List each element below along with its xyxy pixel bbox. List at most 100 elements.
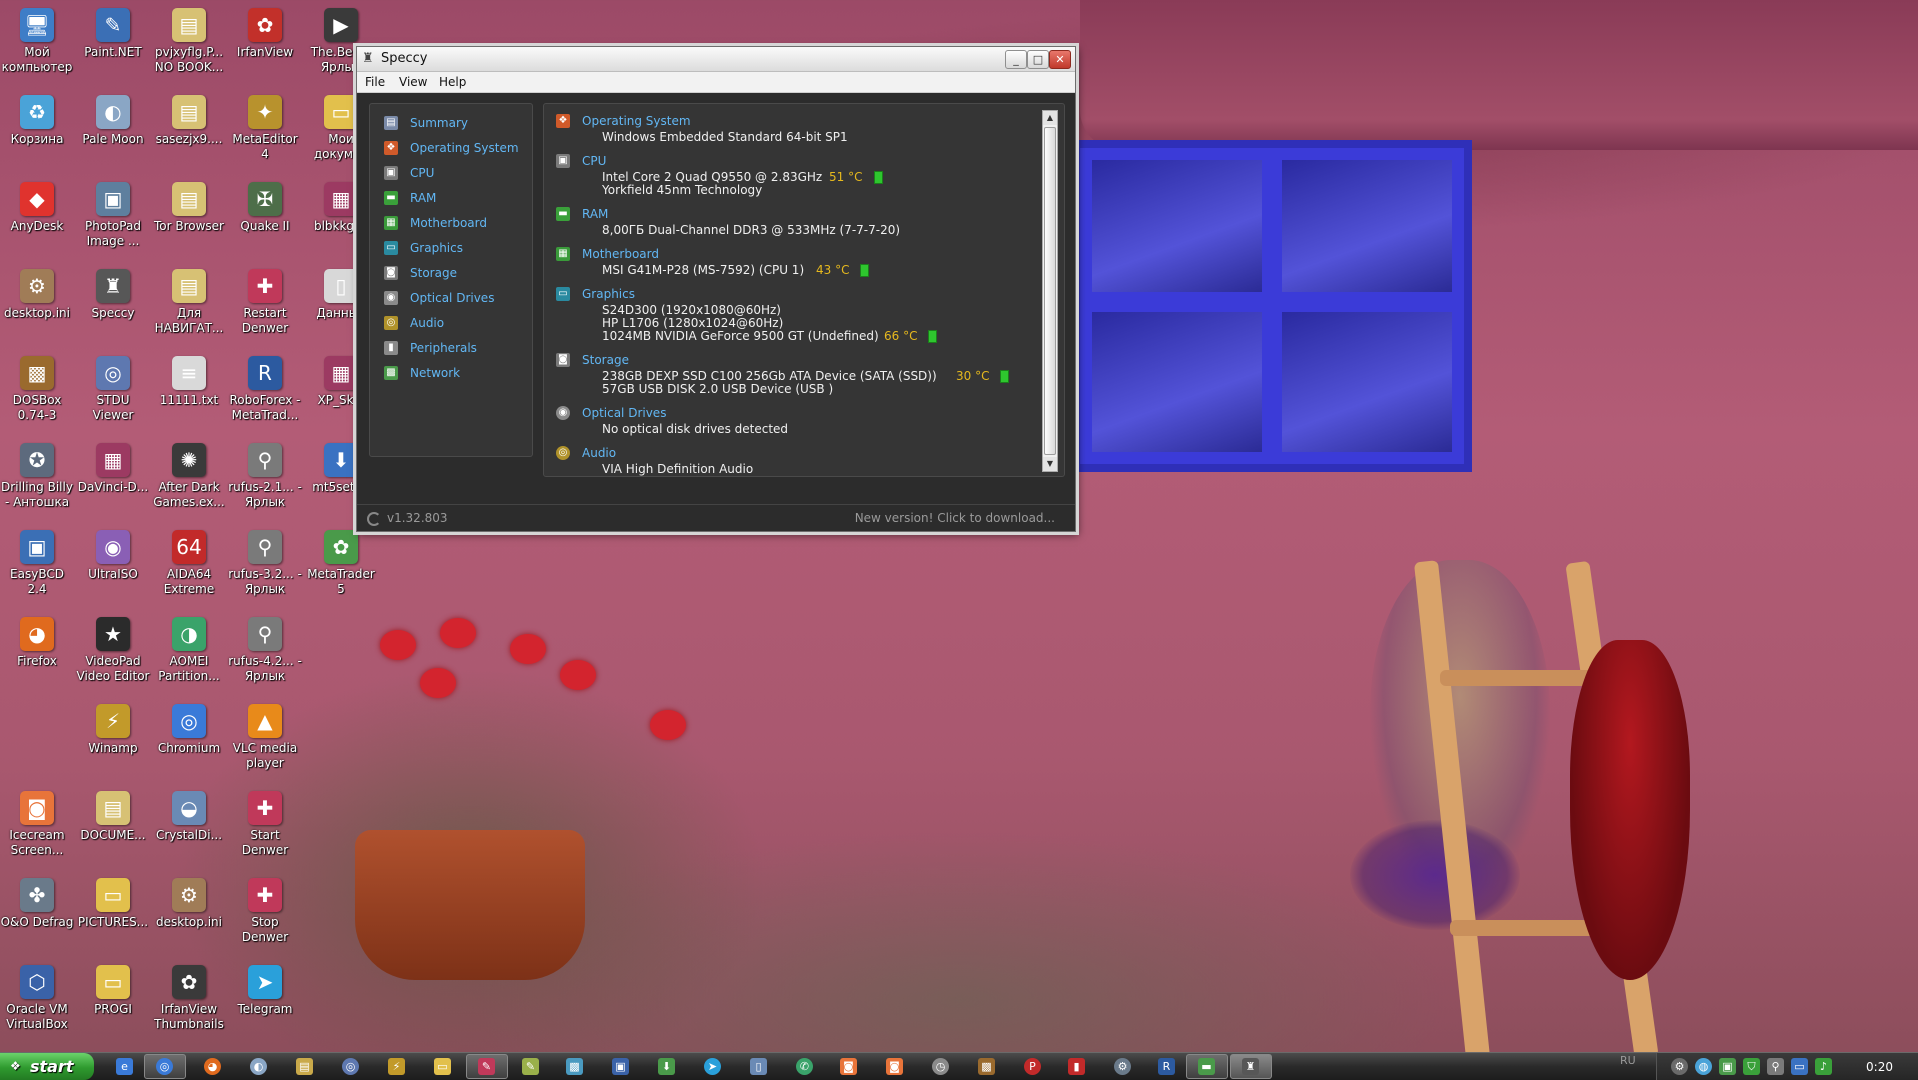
desktop-icon[interactable]: ✚ Stop Denwer — [228, 874, 302, 945]
taskbar-paint-button[interactable]: ✎ — [466, 1054, 508, 1079]
desktop-icon[interactable]: 🖥 Мой компьютер — [0, 4, 74, 75]
sidebar-item-summary[interactable]: ▤ Summary — [370, 112, 530, 134]
desktop-icon[interactable]: ≡ 11111.txt — [152, 352, 226, 408]
download-icon[interactable]: ⬇ — [658, 1058, 675, 1075]
sidebar-item-motherboard[interactable]: ▦ Motherboard — [370, 212, 530, 234]
desktop-icon[interactable]: ✚ Restart Denwer — [228, 265, 302, 336]
section-audio-title[interactable]: Audio — [582, 446, 616, 460]
speccy-window[interactable]: ♜ Speccy _ □ ✕ File View Help ▤ Summary ❖ O… — [356, 46, 1076, 532]
desktop-icon[interactable]: 64 AIDA64 Extreme — [152, 526, 226, 597]
desktop-icon[interactable]: ✦ MetaEditor 4 — [228, 91, 302, 162]
section-optical-title[interactable]: Optical Drives — [582, 406, 666, 420]
winamp-icon[interactable]: ⚡ — [388, 1058, 405, 1075]
sidebar-item-storage[interactable]: ◙ Storage — [370, 262, 530, 284]
taskbar-chromium-button[interactable]: ◎ — [144, 1054, 186, 1079]
desktop-icon[interactable]: ✤ O&O Defrag — [0, 874, 74, 930]
close-button[interactable]: ✕ — [1049, 50, 1071, 69]
desktop-icon[interactable]: ▩ DOSBox 0.74-3 — [0, 352, 74, 423]
new-version-link[interactable]: New version! Click to download... — [855, 511, 1055, 525]
save-icon[interactable]: ▣ — [612, 1058, 629, 1075]
firefox-icon[interactable]: ◕ — [204, 1058, 221, 1075]
tray-gear-icon[interactable]: ⚙ — [1671, 1058, 1688, 1075]
desktop-icon[interactable]: ✚ Start Denwer — [228, 787, 302, 858]
scroll-thumb[interactable] — [1044, 127, 1056, 455]
red-app-icon[interactable]: ▮ — [1068, 1058, 1085, 1075]
desktop-icon[interactable]: ✿ IrfanView — [228, 4, 302, 60]
desktop-icon[interactable]: ⚲ rufus-4.2... - Ярлык — [228, 613, 302, 684]
section-motherboard-title[interactable]: Motherboard — [582, 247, 659, 261]
menu-file[interactable]: File — [365, 75, 385, 89]
desktop-icon[interactable]: ⚡ Winamp — [76, 700, 150, 756]
tray-monitor-icon[interactable]: ▣ — [1719, 1058, 1736, 1075]
taskbar-metatrader-button[interactable]: ▬ — [1186, 1054, 1228, 1079]
archive-icon[interactable]: ▤ — [296, 1058, 313, 1075]
section-storage-title[interactable]: Storage — [582, 353, 629, 367]
section-graphics-title[interactable]: Graphics — [582, 287, 635, 301]
tray-volume-icon[interactable]: ♪ — [1815, 1058, 1832, 1075]
icecream-icon[interactable]: ◙ — [840, 1058, 857, 1075]
screen-recorder-icon[interactable]: ◙ — [886, 1058, 903, 1075]
whatsapp-icon[interactable]: ✆ — [796, 1058, 813, 1075]
telegram-icon[interactable]: ➤ — [704, 1058, 721, 1075]
roboforex-icon[interactable]: R — [1158, 1058, 1175, 1075]
desktop-icon[interactable]: ✠ Quake II — [228, 178, 302, 234]
desktop-icon[interactable]: ◒ CrystalDi... — [152, 787, 226, 843]
section-ram-title[interactable]: RAM — [582, 207, 608, 221]
sidebar-item-optical-drives[interactable]: ◉ Optical Drives — [370, 287, 530, 309]
settings-app-icon[interactable]: ⚙ — [1114, 1058, 1131, 1075]
p-app-icon[interactable]: P — [1024, 1058, 1041, 1075]
sidebar-item-network[interactable]: ▩ Network — [370, 362, 530, 384]
desktop-icon[interactable]: ✿ IrfanView Thumbnails — [152, 961, 226, 1032]
desktop-icon[interactable]: ▣ EasyBCD 2.4 — [0, 526, 74, 597]
notepad-icon[interactable]: ✎ — [522, 1058, 539, 1075]
desktop-icon[interactable]: ◕ Firefox — [0, 613, 74, 669]
sidebar-item-peripherals[interactable]: ▮ Peripherals — [370, 337, 530, 359]
desktop-icon[interactable]: ◙ Icecream Screen... — [0, 787, 74, 858]
desktop-icon[interactable]: ◉ UltraISO — [76, 526, 150, 582]
desktop-icon[interactable]: ◆ AnyDesk — [0, 178, 74, 234]
desktop-icon[interactable]: ⬡ Oracle VM VirtualBox — [0, 961, 74, 1032]
desktop-icon[interactable]: ▤ Tor Browser — [152, 178, 226, 234]
desktop-icon[interactable]: ⚲ rufus-3.2... - Ярлык — [228, 526, 302, 597]
desktop-icon[interactable]: ▭ PROGI — [76, 961, 150, 1017]
desktop-icon[interactable]: ◐ Pale Moon — [76, 91, 150, 147]
sidebar-item-audio[interactable]: ◎ Audio — [370, 312, 530, 334]
menu-view[interactable]: View — [399, 75, 427, 89]
desktop-icon[interactable]: ⚲ rufus-2.1... - Ярлык — [228, 439, 302, 510]
desktop-icon[interactable]: ✺ After Dark Games.ex... — [152, 439, 226, 510]
folder-icon[interactable]: ▭ — [434, 1058, 451, 1075]
taskbar-speccy-button[interactable]: ♜ — [1230, 1054, 1272, 1079]
title-bar[interactable]: ♜ Speccy _ □ ✕ — [357, 47, 1075, 72]
viewer-icon[interactable]: ◎ — [342, 1058, 359, 1075]
desktop-icon[interactable]: ▭ PICTURES... — [76, 874, 150, 930]
sidebar-item-operating-system[interactable]: ❖ Operating System — [370, 137, 530, 159]
desktop-icon[interactable]: ◑ AOMEI Partition... — [152, 613, 226, 684]
desktop-icon[interactable]: ▲ VLC media player — [228, 700, 302, 771]
maximize-button[interactable]: □ — [1027, 50, 1049, 69]
desktop-icon[interactable]: ➤ Telegram — [228, 961, 302, 1017]
sidebar-item-cpu[interactable]: ▣ CPU — [370, 162, 530, 184]
network-icon[interactable]: ▩ — [566, 1058, 583, 1075]
vertical-scrollbar[interactable]: ▲ ▼ — [1042, 110, 1058, 472]
tray-network-icon[interactable]: ◍ — [1695, 1058, 1712, 1075]
desktop-icon[interactable]: ▤ DOCUME... — [76, 787, 150, 843]
desktop-icon[interactable]: ✿ MetaTrader 5 — [304, 526, 378, 597]
ie-icon[interactable]: e — [116, 1058, 133, 1075]
desktop-icon[interactable]: ▤ pvjxyflg.P... NO BOOK... — [152, 4, 226, 75]
desktop-icon[interactable]: ⚙ desktop.ini — [0, 265, 74, 321]
section-os-title[interactable]: Operating System — [582, 114, 691, 128]
tray-shield-icon[interactable]: ⛉ — [1743, 1058, 1760, 1075]
desktop-icon[interactable]: ▤ Для НАВИГАТ... — [152, 265, 226, 336]
tray-display-icon[interactable]: ▭ — [1791, 1058, 1808, 1075]
sidebar-item-ram[interactable]: ▬ RAM — [370, 187, 530, 209]
desktop-icon[interactable]: ▦ DaVinci-D... — [76, 439, 150, 495]
desktop-icon[interactable]: ▣ PhotoPad Image ... — [76, 178, 150, 249]
menu-help[interactable]: Help — [439, 75, 466, 89]
tray-usb-icon[interactable]: ⚲ — [1767, 1058, 1784, 1075]
desktop-icon[interactable]: R RoboForex - MetaTrad... — [228, 352, 302, 423]
sidebar-item-graphics[interactable]: ▭ Graphics — [370, 237, 530, 259]
desktop-icon[interactable]: ♜ Speccy — [76, 265, 150, 321]
start-button[interactable]: ❖ start — [0, 1053, 94, 1080]
minimize-button[interactable]: _ — [1005, 50, 1027, 69]
desktop-icon[interactable]: ♻ Корзина — [0, 91, 74, 147]
